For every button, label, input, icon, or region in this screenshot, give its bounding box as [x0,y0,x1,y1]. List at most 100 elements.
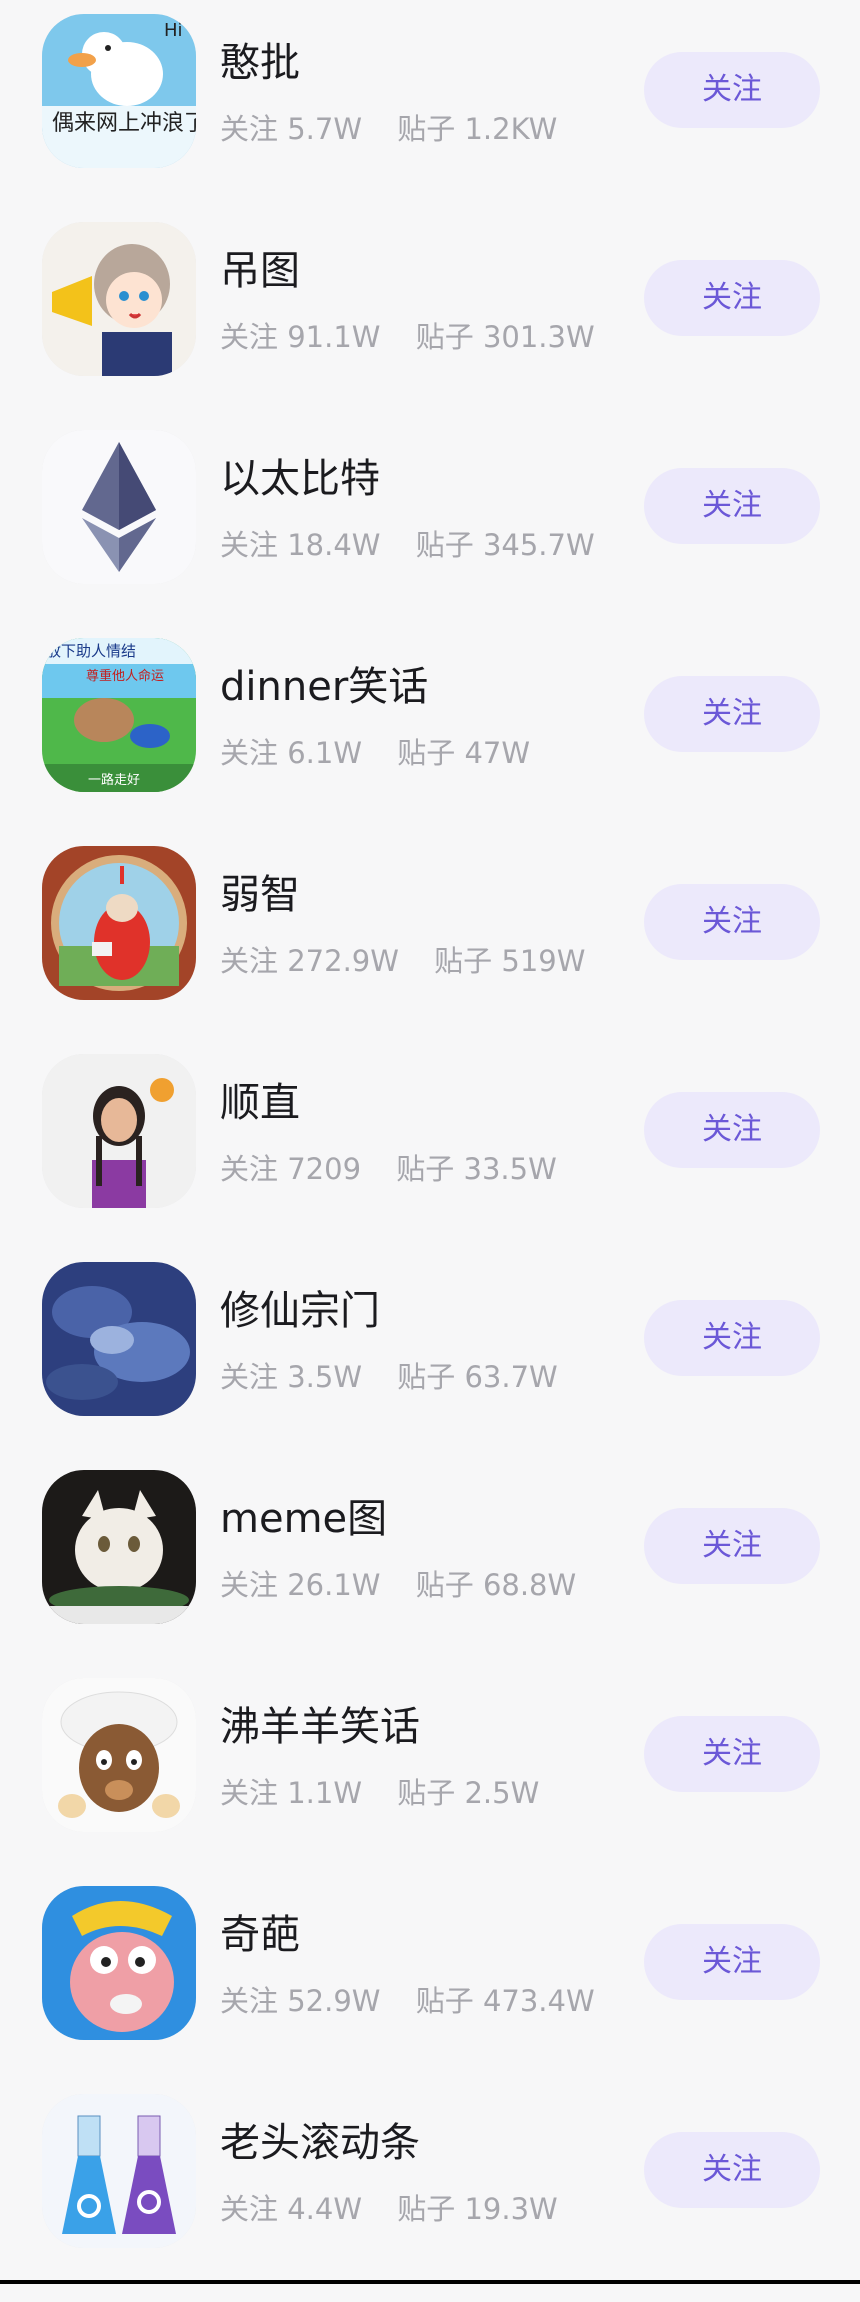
followers-label: 关注 [220,944,279,978]
community-stats: 关注 4.4W 贴子 19.3W [220,2186,558,2228]
followers-count: 18.4W [287,528,381,562]
avatar-badge: Hi [164,20,183,41]
posts-label: 贴子 [397,736,456,770]
community-name[interactable]: 修仙宗门 [220,1278,380,1336]
list-item[interactable]: 吊图 关注 91.1W 贴子 301.3W 关注 [0,222,860,430]
list-item[interactable]: 老头滚动条 关注 4.4W 贴子 19.3W 关注 [0,2094,860,2302]
list-item[interactable]: 弱智 关注 272.9W 贴子 519W 关注 [0,846,860,1054]
follow-button[interactable]: 关注 [644,52,820,128]
posts-label: 贴子 [434,944,493,978]
pink-fish-icon[interactable] [42,1886,196,2040]
followers-count: 91.1W [287,320,381,354]
follow-button[interactable]: 关注 [644,1508,820,1584]
followers-label: 关注 [220,2192,279,2226]
posts-label: 贴子 [396,1152,455,1186]
follow-button[interactable]: 关注 [644,1716,820,1792]
cloudy-sky-icon[interactable] [42,1262,196,1416]
community-name[interactable]: 弱智 [220,862,300,920]
follow-button[interactable]: 关注 [644,1092,820,1168]
follow-button[interactable]: 关注 [644,676,820,752]
follow-button[interactable]: 关注 [644,260,820,336]
posts-label: 贴子 [397,2192,456,2226]
posts-count: 1.2KW [464,112,558,146]
followers-count: 6.1W [287,736,363,770]
posts-label: 贴子 [415,528,474,562]
posts-label: 贴子 [415,1568,474,1602]
community-name[interactable]: 奇葩 [220,1902,300,1960]
cartoon-dog-icon[interactable]: 放下助人情结 尊重他人命运 一路走好 [42,638,196,792]
white-cat-icon[interactable] [42,1470,196,1624]
list-item[interactable]: 沸羊羊笑话 关注 1.1W 贴子 2.5W 关注 [0,1678,860,1886]
list-item[interactable]: meme图 关注 26.1W 贴子 68.8W 关注 [0,1470,860,1678]
list-item[interactable]: 放下助人情结 尊重他人命运 一路走好 dinner笑话 关注 6.1W 贴子 4… [0,638,860,846]
list-item[interactable]: 以太比特 关注 18.4W 贴子 345.7W 关注 [0,430,860,638]
community-name[interactable]: dinner笑话 [220,654,428,712]
community-name[interactable]: 以太比特 [220,446,380,504]
cartoon-goat-icon[interactable] [42,1678,196,1832]
community-name[interactable]: 憨批 [220,30,300,88]
posts-count: 519W [501,944,586,978]
follow-button[interactable]: 关注 [644,1300,820,1376]
community-stats: 关注 52.9W 贴子 473.4W [220,1978,595,2020]
home-indicator [0,2280,860,2284]
list-item[interactable]: 修仙宗门 关注 3.5W 贴子 63.7W 关注 [0,1262,860,1470]
posts-label: 贴子 [397,112,456,146]
posts-count: 68.8W [482,1568,577,1602]
posts-count: 473.4W [482,1984,595,2018]
follow-button[interactable]: 关注 [644,884,820,960]
community-stats: 关注 272.9W 贴子 519W [220,938,585,980]
community-name[interactable]: 沸羊羊笑话 [220,1694,420,1752]
avatar-caption-mid: 尊重他人命运 [86,668,164,684]
follow-button[interactable]: 关注 [644,468,820,544]
follow-button[interactable]: 关注 [644,2132,820,2208]
list-item[interactable]: 顺直 关注 7209 贴子 33.5W 关注 [0,1054,860,1262]
followers-label: 关注 [220,1360,279,1394]
followers-label: 关注 [220,736,279,770]
anime-megaphone-icon[interactable] [42,222,196,376]
followers-count: 1.1W [287,1776,363,1810]
community-stats: 关注 91.1W 贴子 301.3W [220,314,595,356]
followers-count: 5.7W [287,112,363,146]
followers-count: 52.9W [287,1984,381,2018]
community-stats: 关注 6.1W 贴子 47W [220,730,530,772]
portrait-woman-icon[interactable] [42,1054,196,1208]
community-name[interactable]: 吊图 [220,238,300,296]
community-list: Hi 偶来网上冲浪了 憨批 关注 5.7W 贴子 1.2KW 关注 吊图 关注 … [0,0,860,2284]
posts-label: 贴子 [415,320,474,354]
posts-label: 贴子 [397,1776,456,1810]
community-name[interactable]: 老头滚动条 [220,2110,420,2168]
followers-label: 关注 [220,1776,279,1810]
followers-count: 4.4W [287,2192,363,2226]
community-stats: 关注 7209 贴子 33.5W [220,1146,557,1188]
community-name[interactable]: meme图 [220,1486,387,1544]
followers-label: 关注 [220,1152,279,1186]
followers-count: 7209 [287,1152,362,1186]
posts-label: 贴子 [415,1984,474,2018]
posts-count: 19.3W [464,2192,558,2226]
followers-label: 关注 [220,1984,279,2018]
list-item[interactable]: 奇葩 关注 52.9W 贴子 473.4W 关注 [0,1886,860,2094]
gender-flasks-icon[interactable] [42,2094,196,2248]
followers-count: 3.5W [287,1360,363,1394]
avatar-caption: 偶来网上冲浪了 [52,111,196,136]
ethereum-icon[interactable] [42,430,196,584]
community-name[interactable]: 顺直 [220,1070,300,1128]
avatar-caption-bottom: 一路走好 [88,772,140,788]
teletubby-icon[interactable] [42,846,196,1000]
followers-label: 关注 [220,1568,279,1602]
followers-label: 关注 [220,112,279,146]
posts-count: 301.3W [482,320,595,354]
posts-count: 345.7W [482,528,595,562]
followers-count: 272.9W [287,944,399,978]
duck-avatar-icon[interactable]: Hi 偶来网上冲浪了 [42,14,196,168]
community-stats: 关注 1.1W 贴子 2.5W [220,1770,539,1812]
community-stats: 关注 26.1W 贴子 68.8W [220,1562,576,1604]
followers-label: 关注 [220,320,279,354]
posts-label: 贴子 [397,1360,456,1394]
posts-count: 47W [464,736,531,770]
posts-count: 33.5W [463,1152,557,1186]
avatar-caption-top: 放下助人情结 [46,642,136,660]
posts-count: 2.5W [464,1776,540,1810]
list-item[interactable]: Hi 偶来网上冲浪了 憨批 关注 5.7W 贴子 1.2KW 关注 [0,14,860,222]
follow-button[interactable]: 关注 [644,1924,820,2000]
